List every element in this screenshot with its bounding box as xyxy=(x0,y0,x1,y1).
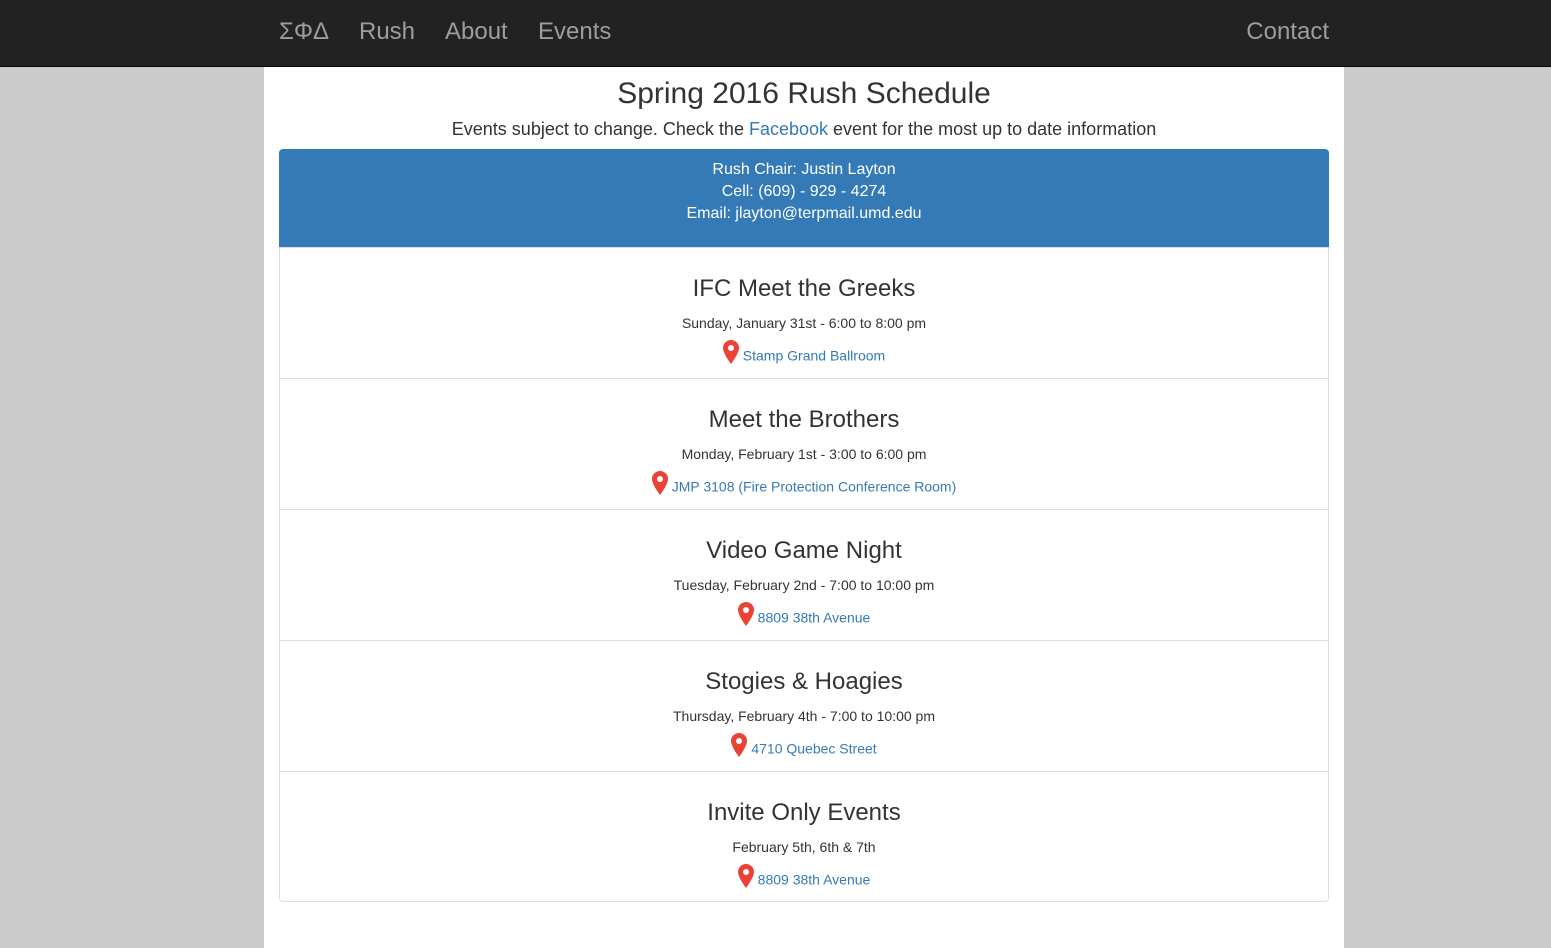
map-pin-icon xyxy=(737,602,754,627)
event-time: Monday, February 1st - 3:00 to 6:00 pm xyxy=(681,446,927,462)
rush-chair-name: Rush Chair: Justin Layton xyxy=(712,161,896,178)
event-name: IFC Meet the Greeks xyxy=(692,275,916,302)
event-location-link[interactable]: JMP 3108 (Fire Protection Conference Roo… xyxy=(672,478,957,494)
facebook-link[interactable]: Facebook xyxy=(749,119,828,139)
event-time: Thursday, February 4th - 7:00 to 10:00 p… xyxy=(673,708,935,724)
top-navbar: ΣΦΔ Rush About Events Contact xyxy=(0,0,1551,67)
page-title: Spring 2016 Rush Schedule xyxy=(617,77,991,110)
event-name: Stogies & Hoagies xyxy=(705,668,903,695)
map-pin-icon xyxy=(722,340,739,365)
event-name: Invite Only Events xyxy=(707,799,901,826)
subtitle-text-before: Events subject to change. Check the xyxy=(451,119,749,139)
event-location-link[interactable]: 8809 38th Avenue xyxy=(758,871,871,887)
subtitle-text-after: event for the most up to date informatio… xyxy=(828,119,1157,139)
rush-chair-heading: Rush Chair: Justin Layton Cell: (609) - … xyxy=(279,149,1329,247)
event-time: Tuesday, February 2nd - 7:00 to 10:00 pm xyxy=(673,577,935,593)
event-location-link[interactable]: 8809 38th Avenue xyxy=(758,609,871,625)
event-location-link[interactable]: 4710 Quebec Street xyxy=(751,740,876,756)
event-item: Meet the Brothers Monday, February 1st -… xyxy=(280,378,1328,509)
schedule-panel: Rush Chair: Justin Layton Cell: (609) - … xyxy=(279,149,1329,902)
event-item: Stogies & Hoagies Thursday, February 4th… xyxy=(280,640,1328,771)
event-name: Meet the Brothers xyxy=(708,406,900,433)
event-location: JMP 3108 (Fire Protection Conference Roo… xyxy=(280,471,1328,498)
rush-chair-cell: Cell: (609) - 929 - 4274 xyxy=(721,183,887,200)
map-pin-icon xyxy=(731,733,748,758)
event-item: IFC Meet the Greeks Sunday, January 31st… xyxy=(280,247,1328,378)
event-item: Video Game Night Tuesday, February 2nd -… xyxy=(280,509,1328,640)
nav-item-rush[interactable]: Rush xyxy=(359,0,415,66)
nav-item-contact[interactable]: Contact xyxy=(1246,0,1329,66)
event-time: February 5th, 6th & 7th xyxy=(732,839,876,855)
nav-item-events[interactable]: Events xyxy=(538,0,611,66)
event-location-link[interactable]: Stamp Grand Ballroom xyxy=(743,347,885,363)
map-pin-icon xyxy=(737,864,754,889)
event-location: Stamp Grand Ballroom xyxy=(280,340,1328,367)
nav-brand-link[interactable]: ΣΦΔ xyxy=(279,0,329,66)
nav-item-about[interactable]: About xyxy=(445,0,508,66)
page-subtitle: Events subject to change. Check the Face… xyxy=(264,117,1344,141)
event-name: Video Game Night xyxy=(706,537,902,564)
main-content: Spring 2016 Rush Schedule Events subject… xyxy=(264,67,1344,948)
navbar-container: ΣΦΔ Rush About Events Contact xyxy=(264,0,1344,66)
map-pin-icon xyxy=(651,471,668,496)
event-time: Sunday, January 31st - 6:00 to 8:00 pm xyxy=(681,315,927,331)
event-location: 8809 38th Avenue xyxy=(280,864,1328,891)
rush-chair-email: Email: jlayton@terpmail.umd.edu xyxy=(686,205,922,222)
event-location: 8809 38th Avenue xyxy=(280,602,1328,629)
event-location: 4710 Quebec Street xyxy=(280,733,1328,760)
event-item: Invite Only Events February 5th, 6th & 7… xyxy=(280,771,1328,902)
